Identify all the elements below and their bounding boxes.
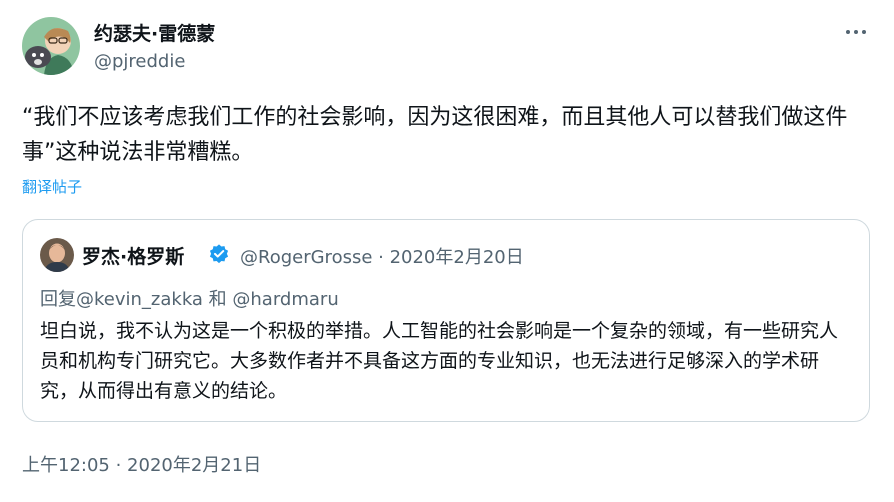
quoted-author-avatar [40,238,74,272]
quoted-author-name: 罗杰·格罗斯 [82,246,185,268]
verified-badge-icon [209,244,229,264]
tweet-timestamp[interactable]: 上午12:05 · 2020年2月21日 [22,451,261,477]
tweet-text: “我们不应该考虑我们工作的社会影响，因为这很困难，而且其他人可以替我们做这件事”… [22,105,848,165]
more-options-button[interactable] [838,20,874,44]
author-display-name[interactable]: 约瑟夫·雷德蒙 [94,19,215,46]
translate-post-link[interactable]: 翻译帖子 [22,176,82,197]
author-handle[interactable]: @pjreddie [94,51,185,72]
quoted-reply-to: 回复@kevin_zakka 和 @hardmaru [40,289,339,310]
quoted-tweet-text: 坦白说，我不认为这是一个积极的举措。人工智能的社会影响是一个复杂的领域，有一些研… [40,320,839,402]
author-avatar[interactable] [22,17,80,75]
quoted-handle-date: @RogerGrosse · 2020年2月20日 [240,247,524,268]
more-horizontal-icon [846,30,850,34]
